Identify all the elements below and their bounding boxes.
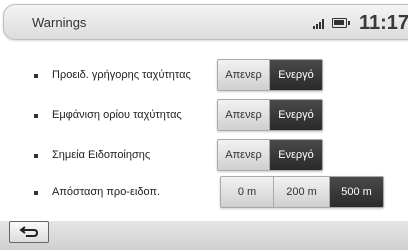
battery-icon [332, 18, 350, 28]
bullet [34, 74, 38, 78]
setting-row-pre-warning-distance: Απόσταση προ-ειδοπ. 0 m 200 m 500 m [0, 176, 408, 210]
signal-strength-icon [313, 19, 327, 29]
bullet [34, 191, 38, 195]
option-200m-button[interactable]: 200 m [274, 177, 330, 207]
toggle-overspeed-warning: Απενερ Ενεργό [217, 59, 323, 91]
setting-row-speed-limit-display: Εμφάνιση ορίου ταχύτητας Απενερ Ενεργό [0, 99, 408, 133]
setting-row-alert-points: Σημεία Ειδοποίησης Απενερ Ενεργό [0, 139, 408, 173]
footer-bar [0, 221, 408, 250]
setting-label-overspeed-warning: Προειδ. γρήγορης ταχύτητας [52, 69, 191, 81]
warnings-screen: Warnings 11:17 Προειδ. γρήγορης ταχύτητα… [0, 0, 408, 250]
setting-label-pre-warning-distance: Απόσταση προ-ειδοπ. [52, 186, 161, 198]
option-off-button[interactable]: Απενερ [218, 140, 270, 170]
page-title: Warnings [32, 15, 87, 30]
setting-row-overspeed-warning: Προειδ. γρήγορης ταχύτητας Απενερ Ενεργό [0, 59, 408, 93]
option-off-button[interactable]: Απενερ [218, 60, 270, 90]
header-bar: Warnings 11:17 [3, 4, 408, 40]
option-500m-button[interactable]: 500 m [330, 177, 383, 207]
clock: 11:17 [359, 12, 408, 34]
toggle-alert-points: Απενερ Ενεργό [217, 139, 323, 171]
option-off-button[interactable]: Απενερ [218, 100, 270, 130]
setting-label-alert-points: Σημεία Ειδοποίησης [52, 149, 151, 161]
selector-pre-warning-distance: 0 m 200 m 500 m [220, 176, 384, 208]
bullet [34, 114, 38, 118]
back-button[interactable] [9, 221, 49, 243]
option-on-button[interactable]: Ενεργό [270, 140, 322, 170]
back-arrow-icon [19, 226, 39, 237]
option-on-button[interactable]: Ενεργό [270, 100, 322, 130]
toggle-speed-limit-display: Απενερ Ενεργό [217, 99, 323, 131]
option-on-button[interactable]: Ενεργό [270, 60, 322, 90]
setting-label-speed-limit-display: Εμφάνιση ορίου ταχύτητας [52, 109, 182, 121]
bullet [34, 154, 38, 158]
option-0m-button[interactable]: 0 m [221, 177, 274, 207]
